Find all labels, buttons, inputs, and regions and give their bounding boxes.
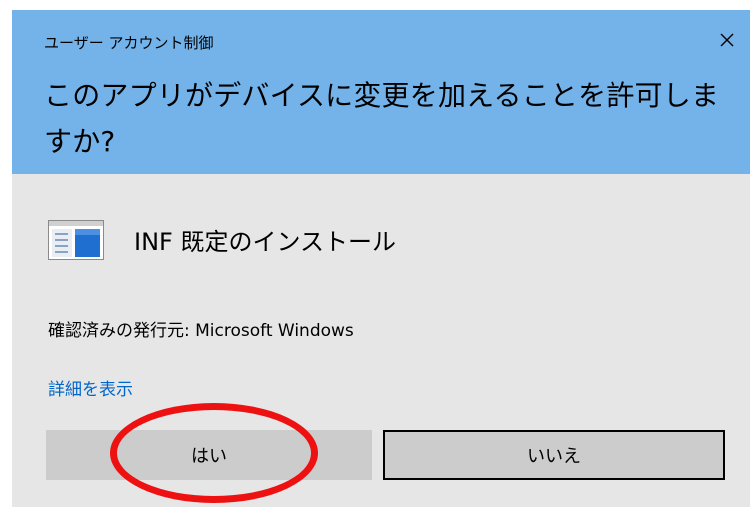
uac-dialog: ユーザー アカウント制御 このアプリがデバイスに変更を加えることを許可しますか?… — [12, 10, 750, 507]
window-caption: ユーザー アカウント制御 — [44, 34, 214, 52]
dialog-header: ユーザー アカウント制御 このアプリがデバイスに変更を加えることを許可しますか? — [12, 10, 750, 174]
verified-publisher: 確認済みの発行元: Microsoft Windows — [48, 321, 354, 341]
no-button[interactable]: いいえ — [383, 430, 725, 480]
close-icon — [720, 33, 734, 47]
show-details-link[interactable]: 詳細を表示 — [48, 375, 133, 400]
yes-button-label: はい — [191, 446, 227, 467]
no-button-label: いいえ — [527, 446, 581, 467]
installer-window-icon — [48, 220, 104, 260]
permission-question: このアプリがデバイスに変更を加えることを許可しますか? — [44, 79, 720, 158]
yes-button[interactable]: はい — [46, 430, 372, 480]
app-name: INF 既定のインストール — [134, 228, 396, 256]
close-button[interactable] — [712, 25, 742, 55]
